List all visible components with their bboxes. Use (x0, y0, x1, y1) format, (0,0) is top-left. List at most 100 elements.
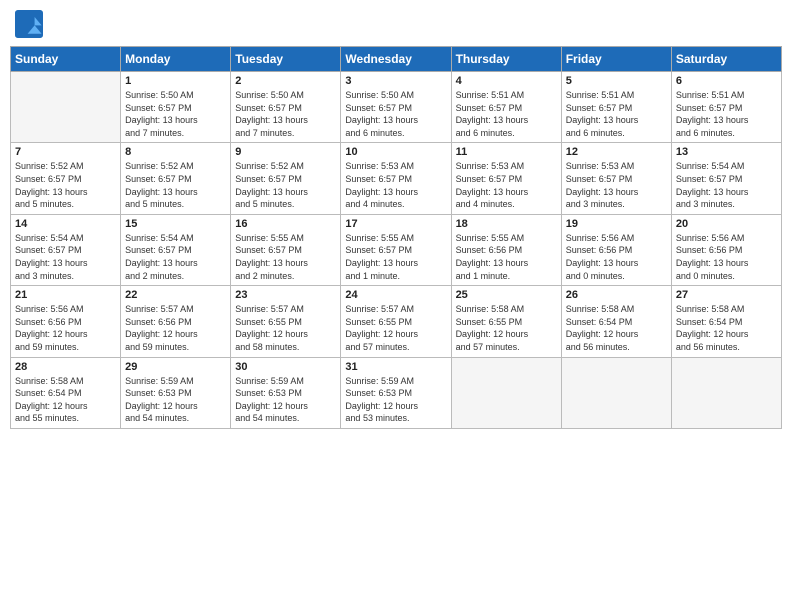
day-number: 3 (345, 75, 446, 87)
calendar-week-row: 21 Sunrise: 5:56 AM Sunset: 6:56 PM Dayli… (11, 286, 782, 357)
day-number: 18 (456, 218, 557, 230)
day-info: Sunrise: 5:57 AM Sunset: 6:55 PM Dayligh… (345, 303, 446, 353)
calendar-cell: 2 Sunrise: 5:50 AM Sunset: 6:57 PM Daylig… (231, 72, 341, 143)
calendar-week-row: 14 Sunrise: 5:54 AM Sunset: 6:57 PM Dayli… (11, 214, 782, 285)
day-number: 21 (15, 289, 116, 301)
day-header-saturday: Saturday (671, 47, 781, 72)
calendar-cell: 11 Sunrise: 5:53 AM Sunset: 6:57 PM Dayli… (451, 143, 561, 214)
calendar-cell: 27Sunrise: 5:58 AM Sunset: 6:54 PM Dayli… (671, 286, 781, 357)
calendar-cell: 15 Sunrise: 5:54 AM Sunset: 6:57 PM Dayli… (121, 214, 231, 285)
day-number: 17 (345, 218, 446, 230)
calendar-cell: 18 Sunrise: 5:55 AM Sunset: 6:56 PM Dayli… (451, 214, 561, 285)
calendar: SundayMondayTuesdayWednesdayThursdayFrid… (10, 46, 782, 429)
day-info: Sunrise: 5:54 AM Sunset: 6:57 PM Dayligh… (125, 232, 226, 282)
calendar-cell: 17 Sunrise: 5:55 AM Sunset: 6:57 PM Dayli… (341, 214, 451, 285)
calendar-cell: 13 Sunrise: 5:54 AM Sunset: 6:57 PM Dayli… (671, 143, 781, 214)
day-info: Sunrise: 5:50 AM Sunset: 6:57 PM Dayligh… (235, 89, 336, 139)
calendar-cell: 8Sunrise: 5:52 AM Sunset: 6:57 PM Daylig… (121, 143, 231, 214)
calendar-cell: 21 Sunrise: 5:56 AM Sunset: 6:56 PM Dayli… (11, 286, 121, 357)
day-number: 2 (235, 75, 336, 87)
day-info: Sunrise: 5:55 AM Sunset: 6:57 PM Dayligh… (345, 232, 446, 282)
day-info: Sunrise: 5:56 AM Sunset: 6:56 PM Dayligh… (566, 232, 667, 282)
calendar-cell (11, 72, 121, 143)
day-info: Sunrise: 5:51 AM Sunset: 6:57 PM Dayligh… (566, 89, 667, 139)
day-info: Sunrise: 5:54 AM Sunset: 6:57 PM Dayligh… (15, 232, 116, 282)
day-number: 26 (566, 289, 667, 301)
day-number: 30 (235, 361, 336, 373)
day-number: 8 (125, 146, 226, 158)
day-number: 7 (15, 146, 116, 158)
calendar-cell: 7Sunrise: 5:52 AM Sunset: 6:57 PM Daylig… (11, 143, 121, 214)
day-info: Sunrise: 5:53 AM Sunset: 6:57 PM Dayligh… (456, 160, 557, 210)
day-number: 28 (15, 361, 116, 373)
day-info: Sunrise: 5:55 AM Sunset: 6:57 PM Dayligh… (235, 232, 336, 282)
day-info: Sunrise: 5:56 AM Sunset: 6:56 PM Dayligh… (676, 232, 777, 282)
calendar-cell: 1Sunrise: 5:50 AM Sunset: 6:57 PM Daylig… (121, 72, 231, 143)
logo (15, 10, 47, 38)
day-number: 16 (235, 218, 336, 230)
logo-icon (15, 10, 43, 38)
day-number: 6 (676, 75, 777, 87)
calendar-cell: 22 Sunrise: 5:57 AM Sunset: 6:56 PM Dayli… (121, 286, 231, 357)
day-number: 4 (456, 75, 557, 87)
day-number: 14 (15, 218, 116, 230)
calendar-cell: 20 Sunrise: 5:56 AM Sunset: 6:56 PM Dayli… (671, 214, 781, 285)
day-header-friday: Friday (561, 47, 671, 72)
calendar-header-row: SundayMondayTuesdayWednesdayThursdayFrid… (11, 47, 782, 72)
day-info: Sunrise: 5:55 AM Sunset: 6:56 PM Dayligh… (456, 232, 557, 282)
calendar-cell: 9 Sunrise: 5:52 AM Sunset: 6:57 PM Daylig… (231, 143, 341, 214)
calendar-week-row: 1Sunrise: 5:50 AM Sunset: 6:57 PM Daylig… (11, 72, 782, 143)
day-number: 27 (676, 289, 777, 301)
day-header-monday: Monday (121, 47, 231, 72)
day-number: 23 (235, 289, 336, 301)
calendar-cell: 28 Sunrise: 5:58 AM Sunset: 6:54 PM Dayli… (11, 357, 121, 428)
calendar-cell: 14 Sunrise: 5:54 AM Sunset: 6:57 PM Dayli… (11, 214, 121, 285)
day-info: Sunrise: 5:50 AM Sunset: 6:57 PM Dayligh… (125, 89, 226, 139)
calendar-cell: 25Sunrise: 5:58 AM Sunset: 6:55 PM Dayli… (451, 286, 561, 357)
day-number: 29 (125, 361, 226, 373)
calendar-cell: 29Sunrise: 5:59 AM Sunset: 6:53 PM Dayli… (121, 357, 231, 428)
calendar-cell: 6 Sunrise: 5:51 AM Sunset: 6:57 PM Daylig… (671, 72, 781, 143)
day-info: Sunrise: 5:53 AM Sunset: 6:57 PM Dayligh… (345, 160, 446, 210)
day-info: Sunrise: 5:53 AM Sunset: 6:57 PM Dayligh… (566, 160, 667, 210)
day-number: 31 (345, 361, 446, 373)
calendar-cell: 4 Sunrise: 5:51 AM Sunset: 6:57 PM Daylig… (451, 72, 561, 143)
calendar-cell: 19 Sunrise: 5:56 AM Sunset: 6:56 PM Dayli… (561, 214, 671, 285)
day-number: 10 (345, 146, 446, 158)
day-info: Sunrise: 5:57 AM Sunset: 6:56 PM Dayligh… (125, 303, 226, 353)
day-number: 24 (345, 289, 446, 301)
calendar-cell: 10 Sunrise: 5:53 AM Sunset: 6:57 PM Dayli… (341, 143, 451, 214)
day-info: Sunrise: 5:59 AM Sunset: 6:53 PM Dayligh… (235, 375, 336, 425)
day-header-thursday: Thursday (451, 47, 561, 72)
day-info: Sunrise: 5:59 AM Sunset: 6:53 PM Dayligh… (345, 375, 446, 425)
calendar-cell: 12 Sunrise: 5:53 AM Sunset: 6:57 PM Dayli… (561, 143, 671, 214)
day-number: 11 (456, 146, 557, 158)
day-header-tuesday: Tuesday (231, 47, 341, 72)
day-info: Sunrise: 5:51 AM Sunset: 6:57 PM Dayligh… (676, 89, 777, 139)
calendar-cell (451, 357, 561, 428)
day-info: Sunrise: 5:56 AM Sunset: 6:56 PM Dayligh… (15, 303, 116, 353)
day-info: Sunrise: 5:51 AM Sunset: 6:57 PM Dayligh… (456, 89, 557, 139)
day-number: 19 (566, 218, 667, 230)
calendar-cell: 23Sunrise: 5:57 AM Sunset: 6:55 PM Dayli… (231, 286, 341, 357)
day-info: Sunrise: 5:50 AM Sunset: 6:57 PM Dayligh… (345, 89, 446, 139)
calendar-week-row: 28 Sunrise: 5:58 AM Sunset: 6:54 PM Dayli… (11, 357, 782, 428)
day-info: Sunrise: 5:58 AM Sunset: 6:54 PM Dayligh… (566, 303, 667, 353)
day-info: Sunrise: 5:58 AM Sunset: 6:54 PM Dayligh… (15, 375, 116, 425)
day-info: Sunrise: 5:54 AM Sunset: 6:57 PM Dayligh… (676, 160, 777, 210)
day-header-wednesday: Wednesday (341, 47, 451, 72)
day-number: 5 (566, 75, 667, 87)
day-header-sunday: Sunday (11, 47, 121, 72)
day-number: 20 (676, 218, 777, 230)
calendar-cell: 31 Sunrise: 5:59 AM Sunset: 6:53 PM Dayli… (341, 357, 451, 428)
calendar-cell: 26 Sunrise: 5:58 AM Sunset: 6:54 PM Dayli… (561, 286, 671, 357)
day-number: 12 (566, 146, 667, 158)
day-number: 13 (676, 146, 777, 158)
day-number: 9 (235, 146, 336, 158)
day-info: Sunrise: 5:52 AM Sunset: 6:57 PM Dayligh… (235, 160, 336, 210)
day-number: 22 (125, 289, 226, 301)
page-header (10, 10, 782, 38)
day-number: 25 (456, 289, 557, 301)
calendar-week-row: 7 Sunrise: 5:52 AM Sunset: 6:57 PM Daylig… (11, 143, 782, 214)
day-number: 15 (125, 218, 226, 230)
